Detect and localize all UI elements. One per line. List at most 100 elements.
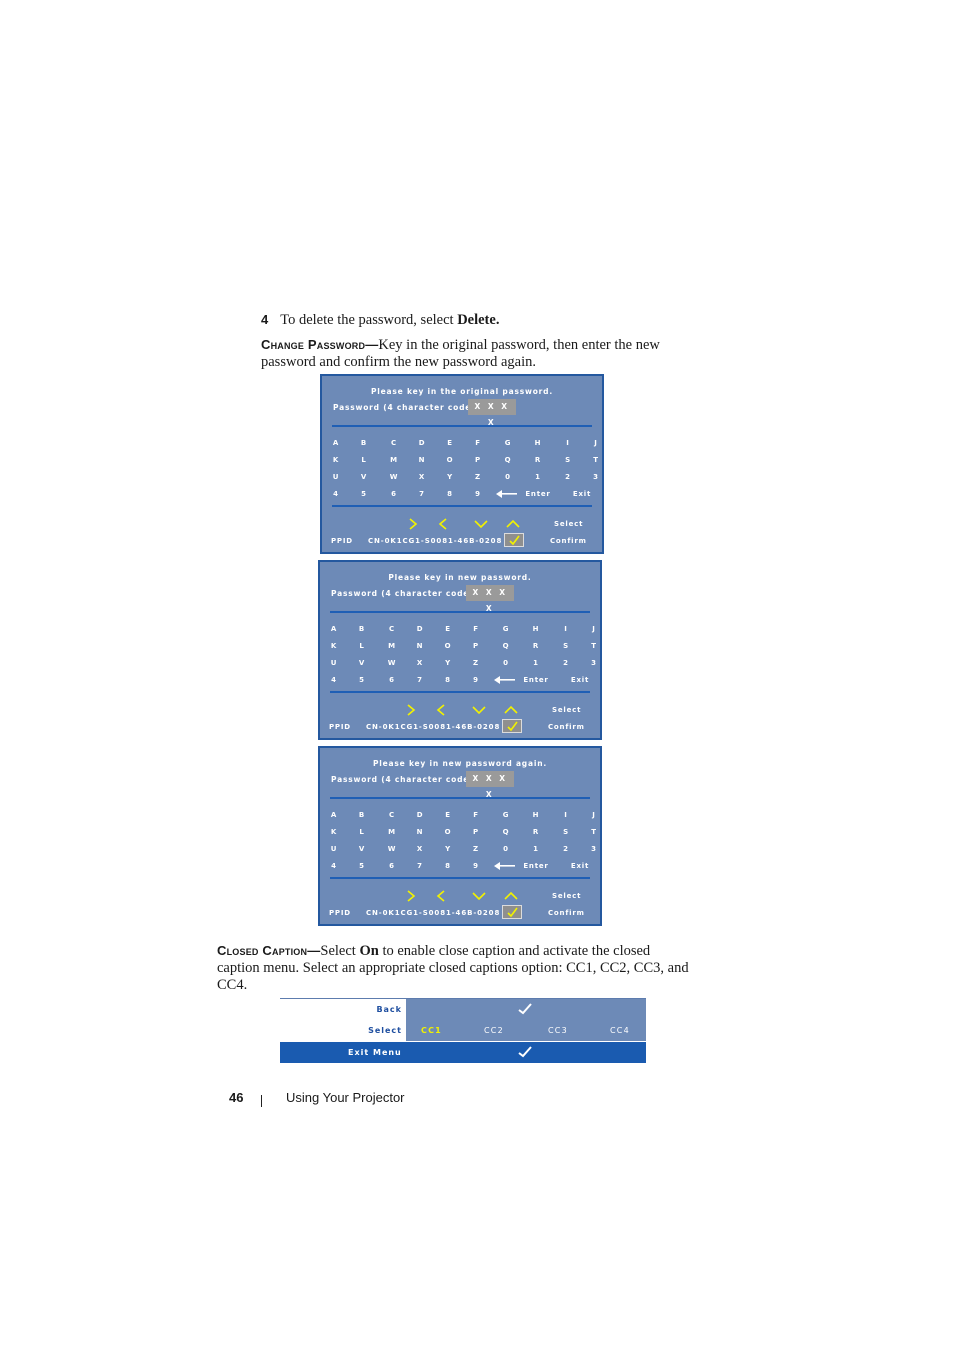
key-button[interactable]: W	[382, 659, 402, 667]
key-button[interactable]: F	[468, 439, 488, 447]
key-button[interactable]: G	[498, 439, 518, 447]
key-button[interactable]: D	[412, 439, 432, 447]
key-button[interactable]: W	[382, 845, 402, 853]
exit-button[interactable]: Exit	[565, 862, 595, 870]
cc-option-cc2[interactable]: CC2	[484, 1026, 504, 1035]
enter-button[interactable]: Enter	[523, 490, 553, 498]
password-input[interactable]: X X X X	[468, 399, 516, 427]
key-button[interactable]: 1	[528, 473, 548, 481]
key-button[interactable]: W	[384, 473, 404, 481]
key-button[interactable]: 3	[584, 845, 604, 853]
key-button[interactable]: 2	[556, 659, 576, 667]
key-button[interactable]: B	[352, 811, 372, 819]
key-button[interactable]: U	[324, 659, 344, 667]
key-button[interactable]: O	[438, 642, 458, 650]
key-button[interactable]: O	[440, 456, 460, 464]
key-button[interactable]: Z	[466, 845, 486, 853]
key-button[interactable]: C	[384, 439, 404, 447]
key-button[interactable]: S	[556, 642, 576, 650]
key-button[interactable]: 0	[496, 659, 516, 667]
key-button[interactable]: A	[326, 439, 346, 447]
key-button[interactable]: U	[326, 473, 346, 481]
key-button[interactable]: Z	[468, 473, 488, 481]
key-button[interactable]: L	[352, 642, 372, 650]
key-button[interactable]: B	[352, 625, 372, 633]
key-button[interactable]: V	[354, 473, 374, 481]
key-button[interactable]: P	[466, 828, 486, 836]
key-button[interactable]: Q	[496, 642, 516, 650]
key-button[interactable]: A	[324, 625, 344, 633]
key-button[interactable]: 3	[586, 473, 606, 481]
key-button[interactable]: K	[326, 456, 346, 464]
key-button[interactable]: P	[468, 456, 488, 464]
key-button[interactable]: C	[382, 811, 402, 819]
key-button[interactable]: 7	[410, 862, 430, 870]
key-button[interactable]: M	[382, 642, 402, 650]
key-button[interactable]: B	[354, 439, 374, 447]
key-button[interactable]: 4	[324, 676, 344, 684]
key-button[interactable]: I	[556, 625, 576, 633]
key-button[interactable]: 8	[438, 676, 458, 684]
menu-row-exit[interactable]: Exit Menu	[280, 1042, 646, 1063]
key-button[interactable]: P	[466, 642, 486, 650]
enter-button[interactable]: Enter	[521, 676, 551, 684]
confirm-checkbox[interactable]	[502, 719, 522, 733]
key-button[interactable]: R	[526, 642, 546, 650]
key-button[interactable]: G	[496, 811, 516, 819]
key-button[interactable]: 1	[526, 845, 546, 853]
backspace-arrow-icon[interactable]	[496, 489, 518, 499]
key-button[interactable]: 8	[440, 490, 460, 498]
key-button[interactable]: 7	[410, 676, 430, 684]
key-button[interactable]: Q	[498, 456, 518, 464]
exit-button[interactable]: Exit	[567, 490, 597, 498]
key-button[interactable]: 6	[382, 862, 402, 870]
key-button[interactable]: D	[410, 811, 430, 819]
key-button[interactable]: Y	[438, 845, 458, 853]
key-button[interactable]: M	[382, 828, 402, 836]
key-button[interactable]: J	[584, 811, 604, 819]
key-button[interactable]: 1	[526, 659, 546, 667]
key-button[interactable]: K	[324, 828, 344, 836]
key-button[interactable]: H	[528, 439, 548, 447]
key-button[interactable]: E	[438, 811, 458, 819]
key-button[interactable]: M	[384, 456, 404, 464]
key-button[interactable]: I	[558, 439, 578, 447]
key-button[interactable]: J	[584, 625, 604, 633]
cc-option-cc3[interactable]: CC3	[548, 1026, 568, 1035]
key-button[interactable]: 9	[466, 676, 486, 684]
key-button[interactable]: N	[410, 828, 430, 836]
key-button[interactable]: K	[324, 642, 344, 650]
key-button[interactable]: S	[556, 828, 576, 836]
cc-option-cc1[interactable]: CC1	[421, 1026, 442, 1035]
key-button[interactable]: E	[438, 625, 458, 633]
key-button[interactable]: H	[526, 625, 546, 633]
key-button[interactable]: N	[412, 456, 432, 464]
key-button[interactable]: N	[410, 642, 430, 650]
key-button[interactable]: A	[324, 811, 344, 819]
key-button[interactable]: 0	[498, 473, 518, 481]
key-button[interactable]: R	[528, 456, 548, 464]
key-button[interactable]: D	[410, 625, 430, 633]
key-button[interactable]: H	[526, 811, 546, 819]
key-button[interactable]: R	[526, 828, 546, 836]
key-button[interactable]: J	[586, 439, 606, 447]
key-button[interactable]: 5	[354, 490, 374, 498]
key-button[interactable]: Y	[440, 473, 460, 481]
confirm-checkbox[interactable]	[504, 533, 524, 547]
key-button[interactable]: 5	[352, 676, 372, 684]
key-button[interactable]: X	[412, 473, 432, 481]
enter-button[interactable]: Enter	[521, 862, 551, 870]
key-button[interactable]: T	[584, 828, 604, 836]
password-input[interactable]: X X X X	[466, 771, 514, 799]
menu-row-back[interactable]: Back	[280, 999, 646, 1020]
key-button[interactable]: V	[352, 845, 372, 853]
key-button[interactable]: X	[410, 845, 430, 853]
key-button[interactable]: X	[410, 659, 430, 667]
key-button[interactable]: S	[558, 456, 578, 464]
key-button[interactable]: L	[354, 456, 374, 464]
password-input[interactable]: X X X X	[466, 585, 514, 613]
key-button[interactable]: 2	[558, 473, 578, 481]
key-button[interactable]: Z	[466, 659, 486, 667]
key-button[interactable]: 0	[496, 845, 516, 853]
key-button[interactable]: V	[352, 659, 372, 667]
